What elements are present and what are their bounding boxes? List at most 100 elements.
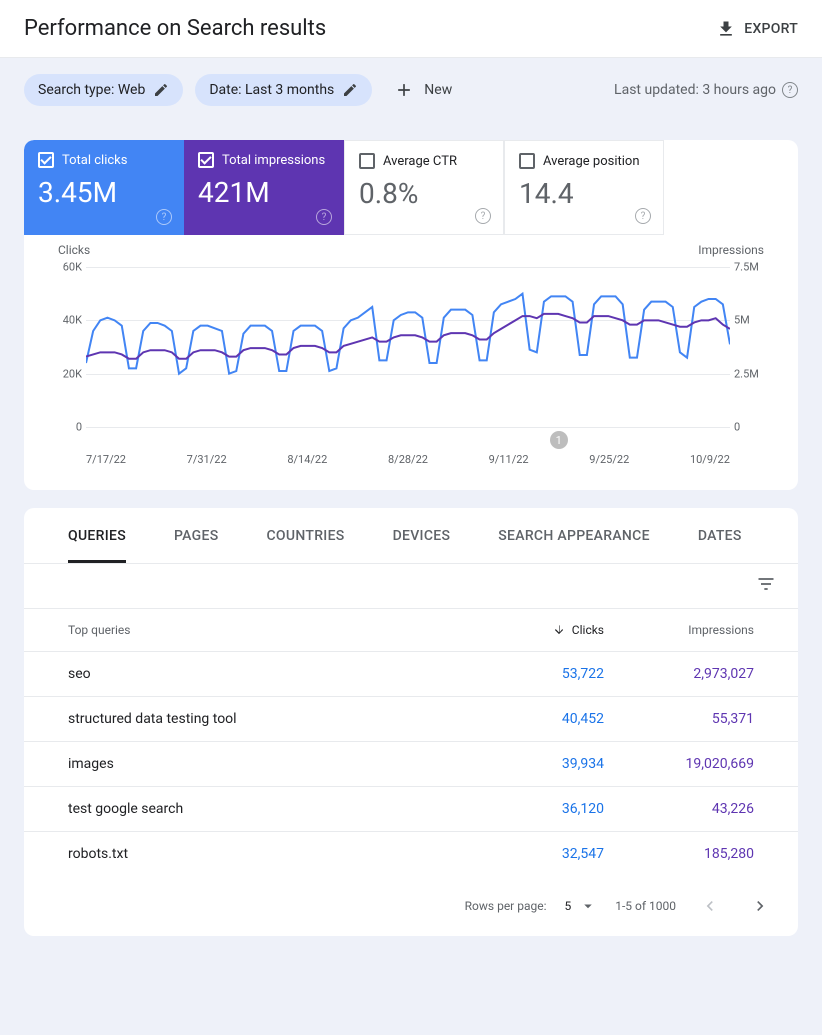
help-icon[interactable]: ?	[782, 82, 798, 98]
table-header: Top queries Clicks Impressions	[24, 608, 798, 651]
th-query[interactable]: Top queries	[68, 623, 464, 637]
chart-container: Clicks Impressions 60K7.5M40K5M20K2.5M00…	[24, 235, 798, 490]
td-clicks: 32,547	[464, 846, 604, 862]
rows-per-page-label: Rows per page:	[465, 899, 547, 913]
td-clicks: 36,120	[464, 801, 604, 817]
tabs-bar: QUERIES PAGES COUNTRIES DEVICES SEARCH APPEA…	[24, 508, 798, 564]
export-button[interactable]: EXPORT	[716, 19, 798, 39]
download-icon	[716, 19, 736, 39]
y-axis-right-title: Impressions	[698, 243, 764, 257]
metric-position-label: Average position	[543, 154, 640, 169]
x-tick: 8/14/22	[287, 453, 327, 466]
table-row[interactable]: robots.txt32,547185,280	[24, 831, 798, 876]
filters-bar: Search type: Web Date: Last 3 months New…	[0, 58, 822, 122]
new-label: New	[424, 82, 452, 98]
chevron-right-icon	[750, 896, 770, 916]
x-tick: 8/28/22	[388, 453, 428, 466]
td-query: test google search	[68, 801, 464, 817]
y-right-tick: 5M	[734, 314, 768, 327]
checkbox-checked-icon	[38, 152, 54, 168]
help-icon[interactable]: ?	[316, 209, 332, 225]
y-right-tick: 7.5M	[734, 261, 768, 274]
checkbox-unchecked-icon	[359, 153, 375, 169]
tab-devices[interactable]: DEVICES	[393, 508, 451, 563]
metric-total-clicks[interactable]: Total clicks 3.45M ?	[24, 140, 184, 235]
checkbox-unchecked-icon	[519, 153, 535, 169]
td-query: images	[68, 756, 464, 772]
prev-page-button[interactable]	[694, 890, 726, 922]
search-type-chip[interactable]: Search type: Web	[24, 74, 183, 106]
chart-annotation-marker[interactable]: 1	[550, 431, 568, 449]
td-impressions: 43,226	[604, 801, 754, 817]
chart-card: Total clicks 3.45M ? Total impressions 4…	[24, 140, 798, 490]
rows-per-page-select[interactable]: 5	[565, 897, 598, 915]
td-clicks: 39,934	[464, 756, 604, 772]
td-clicks: 40,452	[464, 711, 604, 727]
x-tick: 10/9/22	[690, 453, 730, 466]
metric-ctr-label: Average CTR	[383, 154, 457, 169]
td-impressions: 55,371	[604, 711, 754, 727]
tab-search-appearance[interactable]: SEARCH APPEARANCE	[498, 508, 650, 563]
pencil-icon	[153, 82, 169, 98]
y-left-tick: 0	[54, 421, 82, 434]
export-label: EXPORT	[744, 21, 798, 37]
metric-clicks-value: 3.45M	[38, 176, 170, 209]
pencil-icon	[342, 82, 358, 98]
page-header: Performance on Search results EXPORT	[0, 0, 822, 58]
td-impressions: 2,973,027	[604, 666, 754, 682]
last-updated: Last updated: 3 hours ago ?	[614, 82, 798, 98]
chevron-left-icon	[700, 896, 720, 916]
metric-impressions-label: Total impressions	[222, 153, 325, 168]
table-row[interactable]: test google search36,12043,226	[24, 786, 798, 831]
filter-icon[interactable]	[756, 574, 776, 598]
x-tick: 9/25/22	[589, 453, 629, 466]
metrics-row: Total clicks 3.45M ? Total impressions 4…	[24, 140, 798, 235]
table-row[interactable]: seo53,7222,973,027	[24, 651, 798, 696]
arrow-down-icon	[552, 623, 566, 637]
page-title: Performance on Search results	[24, 16, 326, 41]
chart-lines	[86, 267, 730, 427]
table-card: QUERIES PAGES COUNTRIES DEVICES SEARCH APPEA…	[24, 508, 798, 936]
tab-pages[interactable]: PAGES	[174, 508, 219, 563]
td-query: structured data testing tool	[68, 711, 464, 727]
th-impressions[interactable]: Impressions	[604, 623, 754, 637]
y-axis-left-title: Clicks	[58, 243, 90, 257]
td-impressions: 19,020,669	[604, 756, 754, 772]
y-right-tick: 0	[734, 421, 768, 434]
metric-impressions-value: 421M	[198, 176, 330, 209]
help-icon[interactable]: ?	[635, 208, 651, 224]
new-filter-button[interactable]: New	[384, 72, 462, 108]
plus-icon	[394, 80, 414, 100]
tab-countries[interactable]: COUNTRIES	[266, 508, 344, 563]
td-impressions: 185,280	[604, 846, 754, 862]
metric-average-ctr[interactable]: Average CTR 0.8% ?	[344, 140, 504, 235]
y-left-tick: 60K	[54, 261, 82, 274]
tab-dates[interactable]: DATES	[698, 508, 742, 563]
queries-table: Top queries Clicks Impressions seo53,722…	[24, 608, 798, 876]
x-axis-labels: 7/17/227/31/228/14/228/28/229/11/229/25/…	[86, 453, 730, 466]
x-tick: 9/11/22	[489, 453, 529, 466]
date-range-chip[interactable]: Date: Last 3 months	[195, 74, 372, 106]
x-tick: 7/17/22	[86, 453, 126, 466]
chart-area[interactable]: 60K7.5M40K5M20K2.5M00 1	[86, 267, 730, 427]
table-row[interactable]: images39,93419,020,669	[24, 741, 798, 786]
help-icon[interactable]: ?	[156, 209, 172, 225]
checkbox-checked-icon	[198, 152, 214, 168]
td-query: seo	[68, 666, 464, 682]
search-type-label: Search type: Web	[38, 82, 145, 98]
td-query: robots.txt	[68, 846, 464, 862]
help-icon[interactable]: ?	[475, 208, 491, 224]
metric-ctr-value: 0.8%	[359, 177, 489, 210]
metric-clicks-label: Total clicks	[62, 153, 127, 168]
y-left-tick: 40K	[54, 314, 82, 327]
th-clicks[interactable]: Clicks	[464, 623, 604, 637]
y-left-tick: 20K	[54, 367, 82, 380]
next-page-button[interactable]	[744, 890, 776, 922]
tab-queries[interactable]: QUERIES	[68, 508, 126, 563]
pagination-range: 1-5 of 1000	[615, 899, 676, 913]
metric-position-value: 14.4	[519, 177, 649, 210]
metric-total-impressions[interactable]: Total impressions 421M ?	[184, 140, 344, 235]
table-row[interactable]: structured data testing tool40,45255,371	[24, 696, 798, 741]
metric-average-position[interactable]: Average position 14.4 ?	[504, 140, 664, 235]
date-range-label: Date: Last 3 months	[209, 82, 334, 98]
